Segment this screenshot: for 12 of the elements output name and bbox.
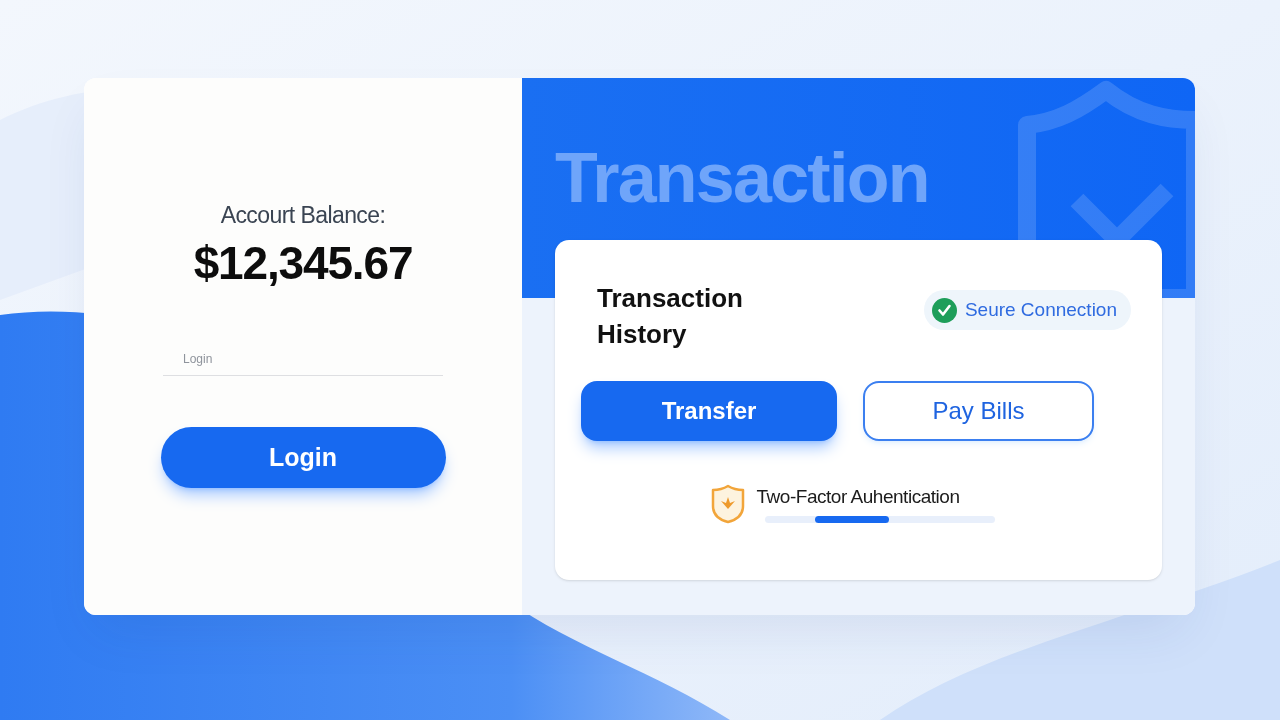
balance-amount: $12,345.67	[193, 236, 413, 290]
primary-action-button[interactable]: Transfer	[581, 381, 837, 441]
outline-action-button[interactable]: Pay Bills	[863, 381, 1094, 441]
login-button[interactable]: Login	[160, 427, 446, 488]
check-circle-icon	[931, 297, 957, 323]
badge-label: Seure Connection	[964, 297, 1117, 322]
login-input-field[interactable]: Login	[163, 342, 443, 376]
history-title: Transaction History	[597, 282, 744, 351]
balance-label: Accourt Balance:	[220, 201, 386, 230]
shield-icon	[710, 484, 745, 524]
two-factor-label: Two-Factor Auhentication	[756, 485, 961, 509]
banner-title: Transaction	[555, 140, 929, 216]
